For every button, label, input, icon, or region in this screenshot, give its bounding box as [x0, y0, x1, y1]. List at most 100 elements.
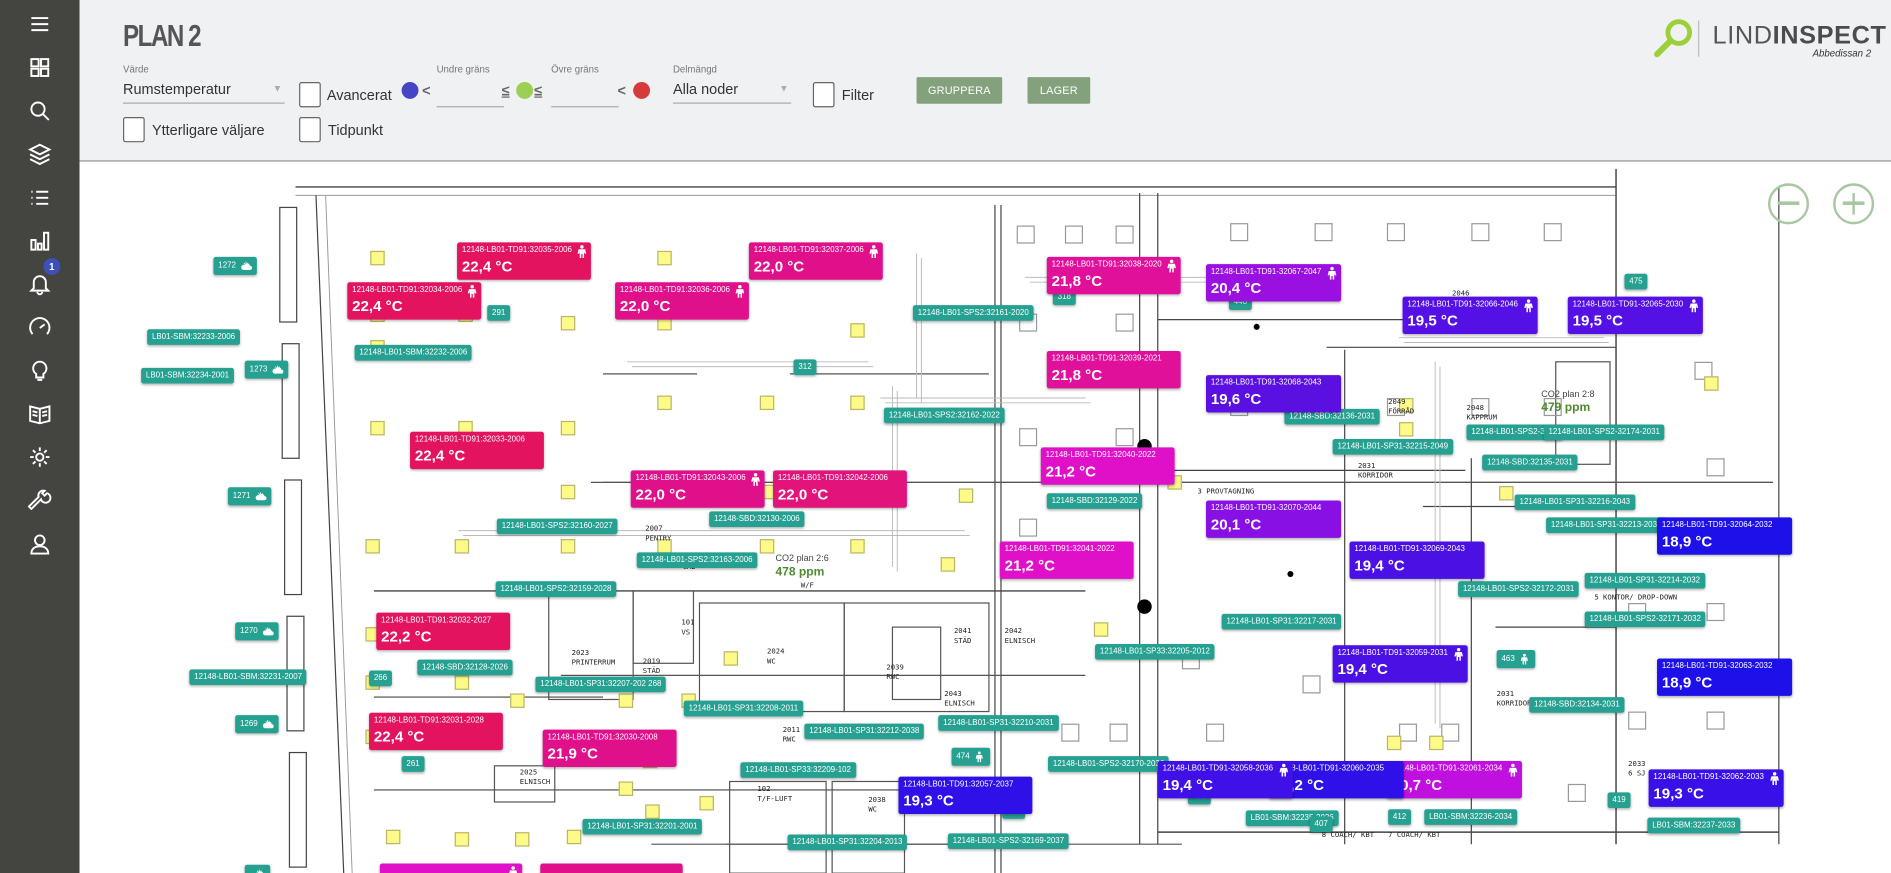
temperature-label[interactable]: 12148-LB01-TD91-32061-2034 20,7 °C [1386, 760, 1522, 799]
sidebar-item-menu[interactable] [22, 8, 58, 39]
weather-sensor-chip[interactable]: 1270 [235, 622, 279, 641]
sensor-chip[interactable]: 12148-LB01-SPS2-32171-2032 [1584, 611, 1706, 628]
co2-readout[interactable]: CO2 plan 2:8 479 ppm [1541, 388, 1594, 415]
temperature-label[interactable] [540, 863, 683, 873]
sidebar-item-search[interactable] [22, 95, 58, 126]
advanced-checkbox[interactable] [299, 82, 321, 108]
sidebar-item-speedometer[interactable] [22, 312, 58, 343]
sensor-chip[interactable]: 12148-LB01-SPS2-32174-2031 [1543, 424, 1665, 441]
sensor-chip[interactable]: 12148-SBD:32129-2022 [1046, 493, 1143, 509]
temperature-label[interactable]: 12148-LB01-TD91-32069-2043 19,4 °C [1349, 541, 1485, 579]
timepoint-checkbox[interactable] [299, 116, 321, 143]
temperature-label[interactable]: 12148-LB01-TD91-32066-2046 19,5 °C [1402, 296, 1538, 335]
sensor-chip[interactable]: 312 [793, 359, 817, 376]
sensor-chip[interactable]: 261 [401, 756, 425, 772]
temperature-label[interactable]: 12148-LB01-TD91-32070-2044 20,1 °C [1206, 500, 1341, 538]
temperature-label[interactable]: 12148-LB01-TD91:32034-2006 22,4 °C [347, 282, 482, 320]
temperature-label[interactable]: 12148-LB01-TD91-32068-2043 19,6 °C [1206, 375, 1341, 413]
temperature-label[interactable]: 12148-LB01-TD91:32039-2021 21,8 °C [1046, 350, 1182, 389]
sensor-chip[interactable]: 12148-LB01-SP33:32205-2012 [1095, 644, 1215, 660]
weather-sensor-chip[interactable]: 1271 [227, 487, 271, 506]
sensor-chip[interactable]: 12148-LB01-SPS2:32161-2020 [912, 305, 1034, 321]
temperature-label[interactable]: 12148-LB01-TD91:32040-2022 21,2 °C [1040, 447, 1176, 485]
sensor-chip[interactable]: 12148-SBD:32134-2031 [1529, 697, 1625, 713]
temperature-label[interactable]: 12148-LB01-TD91-32065-2030 19,5 °C [1567, 296, 1703, 335]
sensor-chip[interactable]: 12148-LB01-SP31-32214-2032 [1584, 572, 1705, 589]
sensor-chip[interactable]: 12148-LB01-SBM:32232-2006 [354, 344, 473, 361]
sensor-chip[interactable]: 12148-LB01-SP31:32217-2031 [1221, 613, 1342, 630]
sensor-chip[interactable]: 475 [1624, 273, 1648, 290]
sensor-chip[interactable]: LB01-SBM:32236-2034 [1424, 809, 1518, 825]
temperature-label[interactable]: 12148-LB01-TD91-32067-2047 20,4 °C [1206, 264, 1341, 302]
group-button[interactable]: GRUPPERA [916, 77, 1003, 104]
temperature-label[interactable]: 12148-LB01-TD91-32063-2032 18,9 °C [1657, 658, 1792, 696]
sensor-chip[interactable]: 12148-LB01-SPS2:32159-2028 [495, 581, 617, 597]
weather-sensor-chip[interactable]: 1269 [235, 715, 279, 734]
sensor-chip[interactable]: 291 [487, 305, 511, 321]
sensor-chip[interactable]: 12148-LB01-SPS2-32170-2036 [1048, 756, 1170, 772]
sensor-chip[interactable]: 12148-SBD:32128-2026 [417, 659, 513, 676]
temperature-label[interactable]: 12148-LB01-TD91:32031-2028 22,4 °C [369, 712, 504, 751]
sensor-chip[interactable]: 12148-LB01-SPS2:32162-2022 [883, 407, 1005, 424]
subset-select[interactable]: Alla noder ▼ [672, 78, 792, 104]
weather-sensor-chip[interactable] [244, 864, 271, 873]
sensor-chip[interactable]: 12148-SBD:32135-2031 [1482, 454, 1578, 471]
sidebar-item-gear[interactable] [22, 441, 58, 472]
temperature-label[interactable]: 12148-LB01-TD91:32043-2006 22,0 °C [630, 470, 765, 508]
sensor-chip[interactable]: 12148-LB01-SP31:32207-202 268 [535, 676, 667, 693]
temperature-label[interactable]: 12148-LB01-TD91:32057-2037 19,3 °C [898, 776, 1033, 815]
temperature-label[interactable]: 12148-LB01-TD91:32041-2022 21,2 °C [999, 541, 1134, 579]
floor-plan-map[interactable]: 2007 PENTRY 2023 PRINTERRUM 2019 STÄD 101 V… [79, 161, 1891, 873]
sensor-chip[interactable]: 12148-LB01-SP31:32204-2013 [787, 834, 908, 851]
temperature-label[interactable]: 12148-LB01-TD91-32064-2032 18,9 °C [1657, 517, 1792, 555]
temperature-label[interactable]: 12148-LB01-TD91:32033-2006 22,4 °C [410, 431, 545, 470]
sensor-chip[interactable]: 412 [1388, 809, 1412, 825]
sensor-chip[interactable]: 12148-SBD:32130-2006 [709, 511, 805, 528]
sensor-chip[interactable]: 12148-LB01-SP31-32213-2030 [1546, 517, 1667, 534]
sensor-chip[interactable]: LB01-SBM:32237-2033 [1647, 817, 1741, 834]
sensor-chip[interactable]: 407 [1309, 816, 1333, 833]
temperature-label[interactable]: 12148-LB01-TD91-32062-2033 19,3 °C [1648, 769, 1784, 807]
weather-sensor-chip[interactable]: 1273 [244, 360, 288, 379]
temperature-label[interactable]: 12148-LB01-TD91:32035-2006 22,4 °C [457, 242, 592, 280]
zoom-out-button[interactable] [1767, 183, 1809, 225]
sidebar-item-book[interactable] [22, 398, 58, 429]
sensor-chip[interactable]: 463 [1496, 650, 1536, 669]
weather-sensor-chip[interactable]: 1272 [213, 256, 257, 275]
sensor-chip[interactable]: 12148-LB01-SBM:32231-2007 [189, 669, 307, 686]
sidebar-item-list[interactable] [22, 182, 58, 213]
sensor-chip[interactable]: 12148-LB01-SPS2:32163-2006 [636, 552, 758, 569]
sensor-chip[interactable]: 12148-LB01-SP31-32215-2049 [1332, 438, 1453, 455]
sensor-chip[interactable]: 12148-LB01-SP31-32216-2043 [1514, 494, 1635, 511]
filter-checkbox[interactable] [812, 82, 835, 108]
sidebar-item-user[interactable] [22, 528, 58, 559]
sidebar-item-bell[interactable]: 1 [22, 258, 61, 299]
zoom-in-button[interactable] [1833, 183, 1875, 225]
sensor-chip[interactable]: 12148-LB01-SP33:32209-102 [740, 762, 856, 778]
sensor-chip[interactable]: 12148-LB01-SP31:32201-2001 [582, 818, 703, 835]
upper-limit-input[interactable] [551, 82, 619, 108]
layer-button[interactable]: LAGER [1027, 77, 1091, 104]
sidebar-item-lightbulb[interactable] [22, 355, 58, 386]
sensor-chip[interactable]: LB01-SBM:32233-2006 [147, 329, 240, 345]
temperature-label[interactable] [379, 863, 523, 873]
temperature-label[interactable]: 12148-LB01-TD91:32042-2006 22,0 °C [773, 470, 908, 508]
sidebar-item-layers[interactable] [22, 138, 58, 169]
more-selectors-checkbox[interactable] [123, 116, 145, 143]
sensor-chip[interactable]: 12148-LB01-SPS2-32169-2037 [947, 833, 1069, 850]
temperature-label[interactable]: 12148-LB01-TD91:32038-2020 21,8 °C [1046, 256, 1182, 295]
temperature-label[interactable]: 12148-LB01-TD91-32058-2036 19,4 °C [1157, 760, 1293, 799]
temperature-label[interactable]: 12148-LB01-TD91:32030-2008 21,9 °C [542, 729, 677, 768]
sensor-chip[interactable]: 12148-LB01-SP31-32210-2031 [938, 715, 1059, 731]
co2-readout[interactable]: CO2 plan 2:6 478 ppm [775, 552, 828, 579]
sensor-chip[interactable]: 12148-LB01-SP31:32212-2038 [804, 723, 925, 740]
temperature-label[interactable]: 12148-LB01-TD91:32032-2027 22,2 °C [376, 612, 511, 651]
sensor-chip[interactable]: 266 [369, 670, 392, 687]
temperature-label[interactable]: 12148-LB01-TD91-32059-2031 19,4 °C [1332, 645, 1468, 683]
sensor-chip[interactable]: 419 [1607, 792, 1631, 809]
sidebar-item-wrench[interactable] [22, 485, 58, 516]
sidebar-item-bar-chart[interactable] [22, 225, 58, 256]
sensor-chip[interactable]: 474 [951, 747, 991, 766]
value-select[interactable]: Rumstemperatur ▼ [123, 78, 285, 104]
sensor-chip[interactable]: 12148-LB01-SPS2-32172-2031 [1458, 581, 1580, 597]
